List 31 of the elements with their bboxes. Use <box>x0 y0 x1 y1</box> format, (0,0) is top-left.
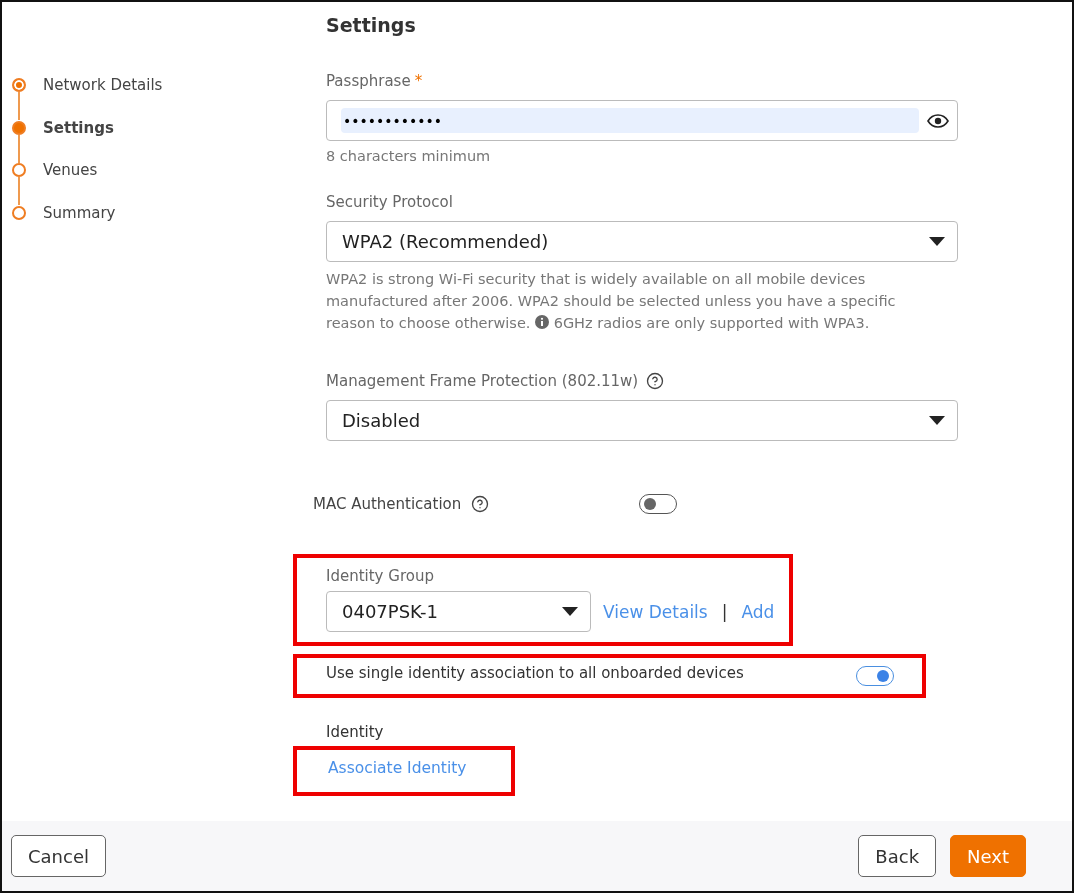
passphrase-field[interactable]: •••••••••••• <box>326 100 958 141</box>
link-separator: | <box>721 601 728 622</box>
step-label[interactable]: Venues <box>43 161 98 180</box>
page-title: Settings <box>326 14 417 36</box>
eye-icon[interactable] <box>927 113 949 128</box>
help-icon[interactable] <box>471 495 490 513</box>
step-label[interactable]: Settings <box>43 118 114 137</box>
back-button[interactable]: Back <box>858 835 937 877</box>
info-icon <box>535 315 550 329</box>
cancel-button[interactable]: Cancel <box>11 835 106 877</box>
step-label[interactable]: Network Details <box>43 76 163 95</box>
field-label: Identity Group <box>326 567 434 585</box>
mfp-select[interactable]: Disabled <box>326 400 958 441</box>
hint-text: 8 characters minimum <box>326 148 492 164</box>
caret-icon <box>929 237 945 246</box>
caret-icon <box>562 607 578 616</box>
field-label: Management Frame Protection (802.11w) <box>326 372 639 390</box>
protocol-description: WPA2 is strong Wi-Fi security that is widely available on all mobile devices manufactured after 2006. WPA2 should be selected unless you have a specific reason to choose otherwise. 6GHz radios are only supported with WPA3. <box>326 270 897 333</box>
protocol-select[interactable]: WPA2 (Recommended) <box>326 221 958 262</box>
caret-icon <box>929 416 945 425</box>
help-icon[interactable] <box>646 372 665 390</box>
field-label: Identity <box>326 723 385 741</box>
field-label: Security Protocol <box>326 193 453 211</box>
toggle-switch[interactable] <box>639 494 678 514</box>
field-label: Passphrase <box>326 72 411 90</box>
identity-group-select[interactable]: 0407PSK-1 <box>326 591 591 632</box>
required-mark: * <box>414 72 423 90</box>
field-label: MAC Authentication <box>313 495 462 513</box>
toggle-label: Use single identity association to all onboarded devices <box>326 664 744 682</box>
step-label[interactable]: Summary <box>43 203 116 222</box>
toggle-switch[interactable] <box>856 666 894 686</box>
